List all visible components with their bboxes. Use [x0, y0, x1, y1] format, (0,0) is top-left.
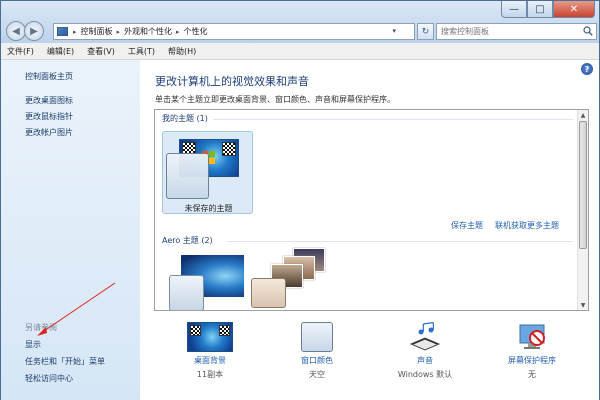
annotation-arrow	[37, 282, 116, 336]
control-panel-window: — □ ✕ ◀ ▶ ▸ 控制面板 ▸ 外观和个性化 ▸ 个性化 ▾ ↻ 文件(F…	[0, 0, 600, 400]
